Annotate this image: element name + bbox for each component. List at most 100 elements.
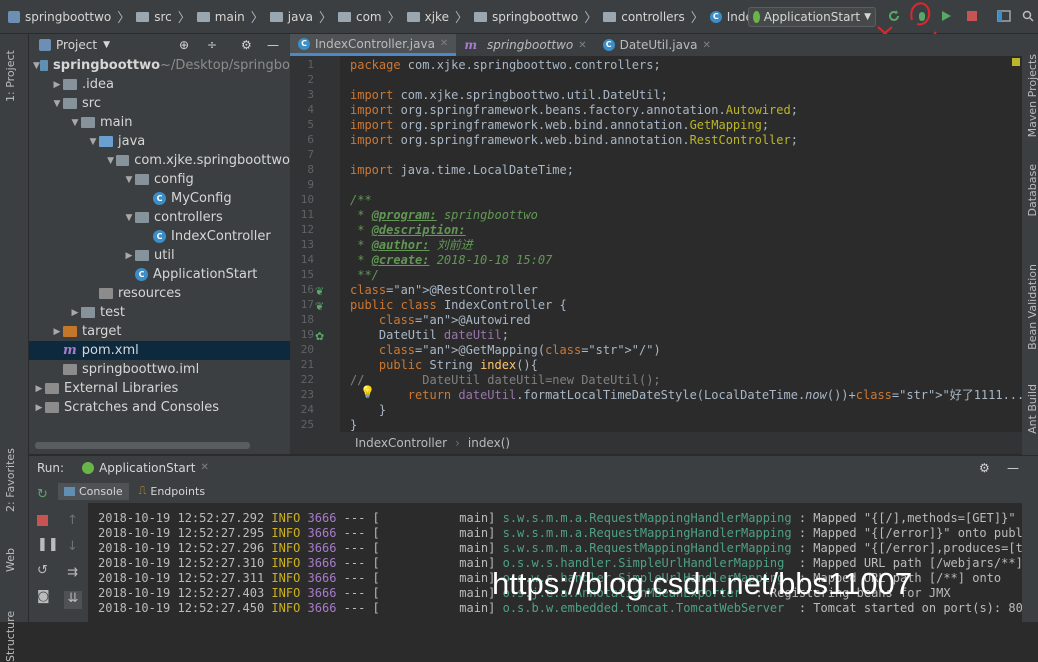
warning-marker-icon[interactable] <box>1012 58 1020 66</box>
favorites-tool-tab[interactable]: 2: Favorites <box>4 442 17 512</box>
tree-item[interactable]: ▼ src <box>29 94 290 113</box>
folder-icon <box>135 250 149 261</box>
breadcrumb-method[interactable]: index() <box>468 436 510 450</box>
search-icon[interactable] <box>1020 8 1036 24</box>
expanded-arrow-icon[interactable]: ▼ <box>123 213 135 223</box>
tree-item[interactable]: springboottwo.iml <box>29 360 290 379</box>
line-number: 21 <box>300 358 314 371</box>
structure-tool-tab[interactable]: Structure <box>4 602 17 662</box>
console-output[interactable]: 2018-10-19 12:52:27.292 INFO 3666 --- [ … <box>88 503 1022 622</box>
lightbulb-icon[interactable]: 💡 <box>360 385 375 399</box>
collapsed-arrow-icon[interactable]: ▶ <box>123 251 135 261</box>
scroll-to-end-icon[interactable]: ⇊ <box>64 591 82 609</box>
hide-icon[interactable]: — <box>1007 461 1019 475</box>
pause-icon[interactable]: ❚❚ <box>37 537 59 552</box>
breadcrumb-item[interactable]: controllers <box>603 10 685 24</box>
restore-layout-icon[interactable]: ↺ <box>37 563 48 578</box>
tree-item[interactable]: C ApplicationStart <box>29 265 290 284</box>
tree-item[interactable]: C MyConfig <box>29 189 290 208</box>
tab-endpoints[interactable]: ⎍ Endpoints <box>139 484 205 498</box>
library-icon <box>45 383 59 394</box>
tree-item[interactable]: ▼ main <box>29 113 290 132</box>
log-class: s.w.s.m.m.a.RequestMappingHandlerMapping <box>502 541 792 555</box>
down-arrow-icon[interactable]: ↓ <box>67 539 78 554</box>
close-icon[interactable]: ✕ <box>578 40 586 51</box>
expanded-arrow-icon[interactable]: ▼ <box>51 99 63 109</box>
collapsed-arrow-icon[interactable]: ▶ <box>33 384 45 394</box>
close-icon[interactable]: ✕ <box>440 38 448 49</box>
breadcrumb-item[interactable]: java <box>269 10 313 24</box>
tree-item-label: util <box>154 248 175 263</box>
breadcrumb-separator: 〉 <box>690 11 704 26</box>
bean-gutter-icon[interactable]: ❦ <box>315 300 324 313</box>
tab-console[interactable]: Console <box>58 482 129 500</box>
line-number: 23 <box>300 388 314 401</box>
expanded-arrow-icon[interactable]: ▼ <box>123 175 135 185</box>
breadcrumb-item[interactable]: main <box>196 10 245 24</box>
collapsed-arrow-icon[interactable]: ▶ <box>69 308 81 318</box>
expanded-arrow-icon[interactable]: ▼ <box>69 118 81 128</box>
collapsed-arrow-icon[interactable]: ▶ <box>51 327 63 337</box>
maven-tool-tab[interactable]: Maven Projects <box>1026 54 1038 137</box>
tree-item-label: External Libraries <box>64 381 179 396</box>
stop-icon[interactable] <box>37 515 48 526</box>
camera-icon[interactable]: ◙ <box>37 589 50 604</box>
collapse-icon[interactable]: ÷ <box>207 38 217 52</box>
project-tool-tab[interactable]: 1: Project <box>4 42 17 102</box>
code-editor[interactable]: package com.xjke.springboottwo.controlle… <box>340 56 1038 432</box>
editor-tab[interactable]: C DateUtil.java ✕ <box>595 34 719 56</box>
bean-validation-tool-tab[interactable]: Bean Validation <box>1026 264 1038 350</box>
breadcrumb-item[interactable]: xjke <box>406 10 449 24</box>
tree-item[interactable]: ▼ controllers <box>29 208 290 227</box>
tree-item[interactable]: resources <box>29 284 290 303</box>
project-view-select[interactable]: Project <box>56 38 97 52</box>
tree-item[interactable]: ▼ springboottwo ~/Desktop/springbo <box>29 56 290 75</box>
database-tool-tab[interactable]: Database <box>1026 164 1038 217</box>
tree-item[interactable]: ▼ com.xjke.springboottwo <box>29 151 290 170</box>
breadcrumb-class[interactable]: IndexController <box>355 436 447 450</box>
project-structure-button[interactable] <box>996 8 1012 24</box>
line-number: 4 <box>307 103 314 116</box>
ant-build-tool-tab[interactable]: Ant Build <box>1026 384 1038 434</box>
bean-gutter-icon[interactable]: ❦ <box>315 285 324 298</box>
horizontal-scrollbar[interactable] <box>35 442 250 449</box>
line-number: 8 <box>307 163 314 176</box>
editor-tab[interactable]: C IndexController.java ✕ <box>290 34 457 56</box>
tree-item[interactable]: ▶ util <box>29 246 290 265</box>
tree-item[interactable]: C IndexController <box>29 227 290 246</box>
folder-icon <box>116 155 130 166</box>
web-tool-tab[interactable]: Web <box>4 542 17 572</box>
tree-item[interactable]: ▼ java <box>29 132 290 151</box>
close-icon[interactable]: ✕ <box>702 40 710 51</box>
tree-item[interactable]: ▶ test <box>29 303 290 322</box>
close-icon[interactable]: ✕ <box>200 462 208 473</box>
rerun-icon[interactable]: ↻ <box>37 487 48 502</box>
soft-wrap-icon[interactable]: ⇉ <box>67 565 78 580</box>
run-config-select[interactable]: ApplicationStart ▼ <box>748 7 876 27</box>
tree-item[interactable]: ▶ External Libraries <box>29 379 290 398</box>
up-arrow-icon[interactable]: ↑ <box>67 513 78 528</box>
run-tab[interactable]: ApplicationStart ✕ <box>82 461 209 475</box>
breadcrumb-item[interactable]: springboottwo <box>473 10 578 24</box>
tree-item[interactable]: ▶ target <box>29 322 290 341</box>
tree-item[interactable]: ▶ .idea <box>29 75 290 94</box>
autowired-gutter-icon[interactable]: ✿ <box>315 330 324 343</box>
gear-icon[interactable]: ⚙ <box>979 461 990 475</box>
chevron-down-icon[interactable]: ▼ <box>103 40 110 50</box>
breadcrumb-item[interactable]: springboottwo <box>8 10 111 24</box>
tree-item[interactable]: ▼ config <box>29 170 290 189</box>
collapsed-arrow-icon[interactable]: ▶ <box>51 80 63 90</box>
tree-item[interactable]: ▶ Scratches and Consoles <box>29 398 290 417</box>
locate-icon[interactable]: ⊕ <box>179 38 189 52</box>
run-tab-label: ApplicationStart <box>99 460 196 475</box>
breadcrumb-item[interactable]: com <box>337 10 382 24</box>
expanded-arrow-icon[interactable]: ▼ <box>33 61 40 71</box>
breadcrumb-item[interactable]: src <box>136 10 172 24</box>
tree-item[interactable]: m pom.xml <box>29 341 290 360</box>
expanded-arrow-icon[interactable]: ▼ <box>105 156 116 166</box>
gear-icon[interactable]: ⚙ <box>241 38 252 52</box>
expanded-arrow-icon[interactable]: ▼ <box>87 137 99 147</box>
collapsed-arrow-icon[interactable]: ▶ <box>33 403 45 413</box>
hide-icon[interactable]: — <box>267 38 279 52</box>
editor-tab[interactable]: m springboottwo ✕ <box>456 34 594 56</box>
